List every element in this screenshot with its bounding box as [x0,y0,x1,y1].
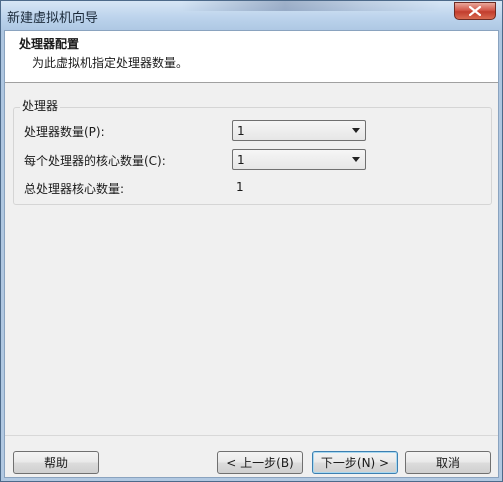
next-button[interactable]: 下一步(N) > [312,451,398,474]
wizard-window: 新建虚拟机向导 处理器配置 为此虚拟机指定处理器数量。 处理器 处理器数量(P)… [0,0,503,482]
total-cores-value: 1 [236,180,244,194]
close-icon [469,6,481,16]
processor-groupbox: 处理器 处理器数量(P): 1 每个处理器的核心数量(C): 1 总处理器核心数… [13,97,492,205]
processor-count-value: 1 [237,124,245,138]
title-bar[interactable]: 新建虚拟机向导 [1,1,502,31]
page-subtitle: 为此虚拟机指定处理器数量。 [32,56,189,70]
back-button[interactable]: < 上一步(B) [217,451,303,474]
window-title: 新建虚拟机向导 [7,11,99,26]
cores-per-processor-value: 1 [237,153,245,167]
footer-divider [5,435,498,436]
processor-count-label: 处理器数量(P): [24,125,105,139]
chevron-down-icon [352,128,360,133]
page-header: 处理器配置 为此虚拟机指定处理器数量。 [5,31,498,83]
processor-group-title: 处理器 [20,97,61,114]
title-bar-decoration [181,1,441,11]
help-button[interactable]: 帮助 [13,451,99,474]
wizard-body: 处理器配置 为此虚拟机指定处理器数量。 处理器 处理器数量(P): 1 每个处理… [4,30,499,478]
cancel-button[interactable]: 取消 [405,451,491,474]
cores-per-processor-label: 每个处理器的核心数量(C): [24,154,166,168]
total-cores-label: 总处理器核心数量: [24,182,125,196]
cores-per-processor-select[interactable]: 1 [232,149,366,170]
processor-count-select[interactable]: 1 [232,120,366,141]
close-button[interactable] [454,2,496,20]
chevron-down-icon [352,157,360,162]
page-title: 处理器配置 [19,37,80,51]
